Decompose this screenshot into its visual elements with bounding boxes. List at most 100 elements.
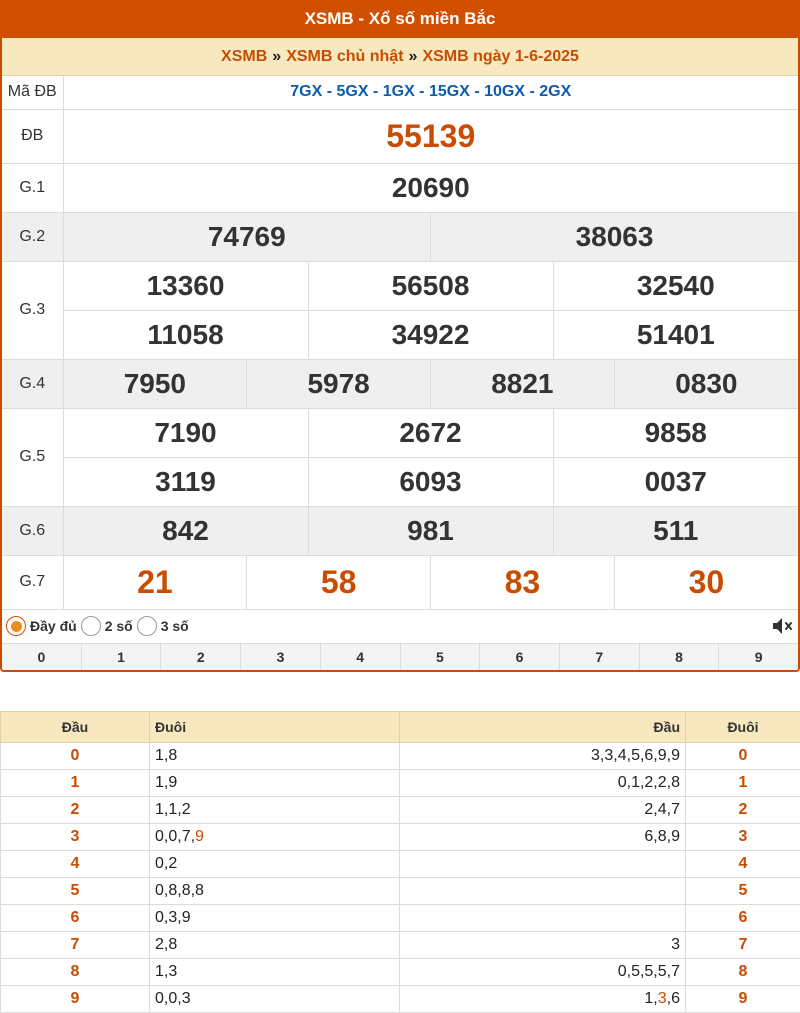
breadcrumb-xsmb[interactable]: XSMB <box>221 48 267 66</box>
loto-tails: 0,0,3 <box>149 984 400 1013</box>
option-three-digits-label: 3 số <box>160 618 189 634</box>
option-full[interactable]: Đầy đủ <box>6 616 77 636</box>
loto-row: 6 0,3,9 6 <box>0 903 800 932</box>
radio-full[interactable] <box>6 616 26 636</box>
prize-g7-row: G.7 21 58 83 30 <box>2 555 798 610</box>
loto-heads: 0,1,2,2,8 <box>399 768 686 797</box>
prize-db-label: ĐB <box>2 109 64 164</box>
breadcrumb-xsmb-sunday[interactable]: XSMB chủ nhật <box>286 48 403 66</box>
loto-head-digit: 4 <box>0 849 150 878</box>
prize-g2-number: 38063 <box>430 212 798 262</box>
loto-table: Đầu Đuôi Đầu Đuôi 0 1,8 3,3,4,5,6,9,9 0 … <box>0 710 800 1013</box>
prize-g2-row: G.2 74769 38063 <box>2 212 798 262</box>
loto-head-digit: 0 <box>0 741 150 770</box>
prize-g6-row: G.6 842 981 511 <box>2 506 798 556</box>
digit-1-button[interactable]: 1 <box>81 643 162 670</box>
prize-g4-number: 8821 <box>430 359 615 409</box>
loto-header-row: Đầu Đuôi Đầu Đuôi <box>0 710 800 743</box>
prize-g2-label: G.2 <box>2 212 64 262</box>
prize-g1-number: 20690 <box>63 163 798 213</box>
breadcrumb-separator: » <box>408 47 418 65</box>
page-title: XSMB - Xổ số miền Bắc <box>0 0 800 38</box>
volume-mute-icon[interactable] <box>770 614 794 638</box>
prize-g5-row: 3119 6093 0037 <box>2 457 798 507</box>
loto-head-digit: 3 <box>0 822 150 851</box>
radio-two-digits[interactable] <box>80 616 101 636</box>
madb-row: Mã ĐB 7GX - 5GX - 1GX - 15GX - 10GX - 2G… <box>2 76 798 110</box>
loto-row: 9 0,0,3 1,3,6 9 <box>0 984 800 1013</box>
loto-tail-digit: 9 <box>685 984 800 1013</box>
loto-tails: 1,1,2 <box>149 795 400 824</box>
loto-heads: 3 <box>399 930 686 959</box>
digit-0-button[interactable]: 0 <box>2 643 82 670</box>
loto-tails-highlight: 9 <box>195 827 204 845</box>
prize-g3-number: 11058 <box>63 310 308 360</box>
prize-g7-number: 21 <box>63 555 247 610</box>
loto-tail-digit: 8 <box>685 957 800 986</box>
display-options: Đầy đủ 2 số 3 số <box>2 610 798 644</box>
digit-5-button[interactable]: 5 <box>400 643 481 670</box>
digit-4-button[interactable]: 4 <box>320 643 401 670</box>
prize-g7-number: 83 <box>430 555 615 610</box>
option-two-digits[interactable]: 2 số <box>80 616 133 636</box>
loto-row: 3 0,0,7,9 6,8,9 3 <box>0 822 800 851</box>
option-three-digits[interactable]: 3 số <box>136 616 189 636</box>
radio-three-digits[interactable] <box>136 616 157 636</box>
digit-7-button[interactable]: 7 <box>559 643 640 670</box>
loto-row: 8 1,3 0,5,5,5,7 8 <box>0 957 800 986</box>
prize-g5-number: 2672 <box>307 408 553 458</box>
loto-tails: 1,8 <box>149 741 400 770</box>
digit-3-button[interactable]: 3 <box>241 643 321 670</box>
loto-header-duoi: Đuôi <box>685 710 800 743</box>
breadcrumb-xsmb-date[interactable]: XSMB ngày 1-6-2025 <box>422 48 579 66</box>
loto-heads-highlight: 3 <box>657 989 667 1007</box>
loto-tail-digit: 6 <box>685 903 800 932</box>
loto-head-digit: 5 <box>0 876 150 905</box>
result-table: Mã ĐB 7GX - 5GX - 1GX - 15GX - 10GX - 2G… <box>2 76 798 610</box>
loto-row: 1 1,9 0,1,2,2,8 1 <box>0 768 800 797</box>
prize-g6-label: G.6 <box>2 506 64 556</box>
loto-tail-digit: 0 <box>685 741 800 770</box>
prize-g1-row: G.1 20690 <box>2 163 798 213</box>
prize-g4-number: 0830 <box>613 359 798 409</box>
digit-2-button[interactable]: 2 <box>161 643 242 670</box>
prize-g5-number: 6093 <box>307 457 553 507</box>
prize-g7-number: 30 <box>613 555 798 610</box>
digit-6-button[interactable]: 6 <box>480 643 560 670</box>
loto-heads <box>399 849 686 878</box>
loto-row: 2 1,1,2 2,4,7 2 <box>0 795 800 824</box>
prize-g5-number: 0037 <box>552 457 798 507</box>
madb-label: Mã ĐB <box>2 76 64 110</box>
prize-g6-number: 981 <box>307 506 553 556</box>
breadcrumb: XSMB » XSMB chủ nhật » XSMB ngày 1-6-202… <box>2 38 798 76</box>
breadcrumb-separator: » <box>272 47 282 65</box>
loto-tails: 0,8,8,8 <box>149 876 400 905</box>
loto-row: 0 1,8 3,3,4,5,6,9,9 0 <box>0 741 800 770</box>
loto-heads: 3,3,4,5,6,9,9 <box>399 741 686 770</box>
loto-tails: 1,3 <box>149 957 400 986</box>
prize-g3-number: 56508 <box>307 261 553 311</box>
loto-header-dau: Đầu <box>399 710 686 743</box>
loto-heads: 6,8,9 <box>399 822 686 851</box>
prize-g3-row: 11058 34922 51401 <box>2 310 798 360</box>
prize-g6-number: 511 <box>552 506 798 556</box>
loto-header-dau: Đầu <box>0 710 150 743</box>
loto-heads: 0,5,5,5,7 <box>399 957 686 986</box>
option-two-digits-label: 2 số <box>104 618 133 634</box>
loto-head-digit: 6 <box>0 903 150 932</box>
loto-tails: 0,0,7,9 <box>149 822 400 851</box>
prize-g3-row: G.3 13360 56508 32540 <box>2 261 798 360</box>
loto-tail-digit: 5 <box>685 876 800 905</box>
digit-9-button[interactable]: 9 <box>719 643 798 670</box>
prize-g7-label: G.7 <box>2 555 64 610</box>
loto-head-digit: 8 <box>0 957 150 986</box>
loto-tails-text: 0,0,7, <box>155 827 196 845</box>
prize-g3-number: 13360 <box>63 261 308 311</box>
prize-g4-label: G.4 <box>2 359 64 409</box>
loto-head-digit: 7 <box>0 930 150 959</box>
loto-tails: 0,2 <box>149 849 400 878</box>
prize-g5-label: G.5 <box>2 408 64 507</box>
loto-tail-digit: 3 <box>685 822 800 851</box>
digit-8-button[interactable]: 8 <box>639 643 720 670</box>
